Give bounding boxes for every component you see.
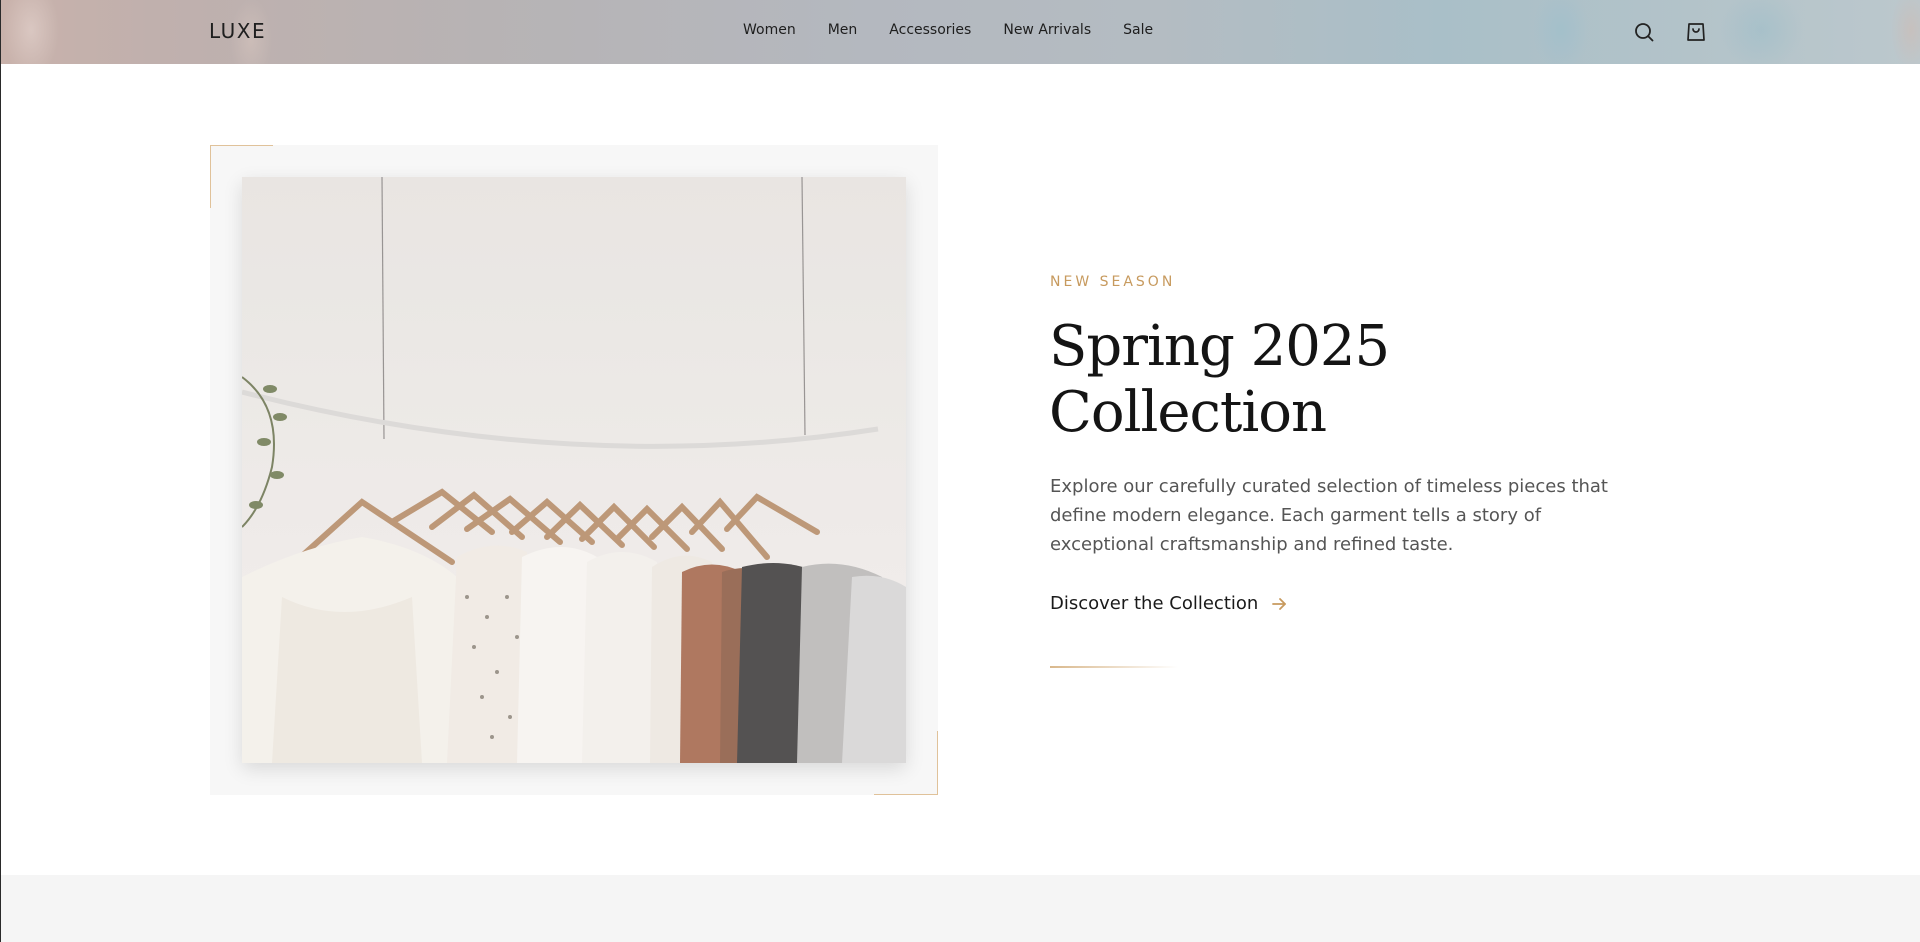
- hero-title-line1: Spring 2025: [1049, 314, 1390, 379]
- hero-title: Spring 2025 Collection: [1049, 314, 1609, 446]
- hero-title-line2: Collection: [1049, 380, 1327, 445]
- main-nav: Women Men Accessories New Arrivals Sale: [743, 22, 1153, 38]
- nav-item-women[interactable]: Women: [743, 22, 796, 38]
- discover-collection-link[interactable]: Discover the Collection: [1050, 593, 1288, 614]
- accent-line: [1050, 666, 1178, 668]
- hero-image: [242, 177, 906, 763]
- logo[interactable]: LUXE: [209, 19, 266, 43]
- nav-item-new-arrivals[interactable]: New Arrivals: [1003, 22, 1091, 38]
- hero-description: Explore our carefully curated selection …: [1050, 476, 1608, 555]
- nav-item-men[interactable]: Men: [828, 22, 858, 38]
- nav-item-sale[interactable]: Sale: [1123, 22, 1153, 38]
- search-icon[interactable]: [1632, 20, 1656, 44]
- cta-label: Discover the Collection: [1050, 593, 1259, 614]
- nav-item-accessories[interactable]: Accessories: [889, 22, 971, 38]
- site-header: LUXE Women Men Accessories New Arrivals …: [1, 0, 1920, 64]
- shopping-bag-icon[interactable]: [1684, 20, 1708, 44]
- next-section: [1, 875, 1920, 942]
- arrow-right-icon: [1270, 595, 1288, 613]
- eyebrow-label: NEW SEASON: [1050, 274, 1176, 290]
